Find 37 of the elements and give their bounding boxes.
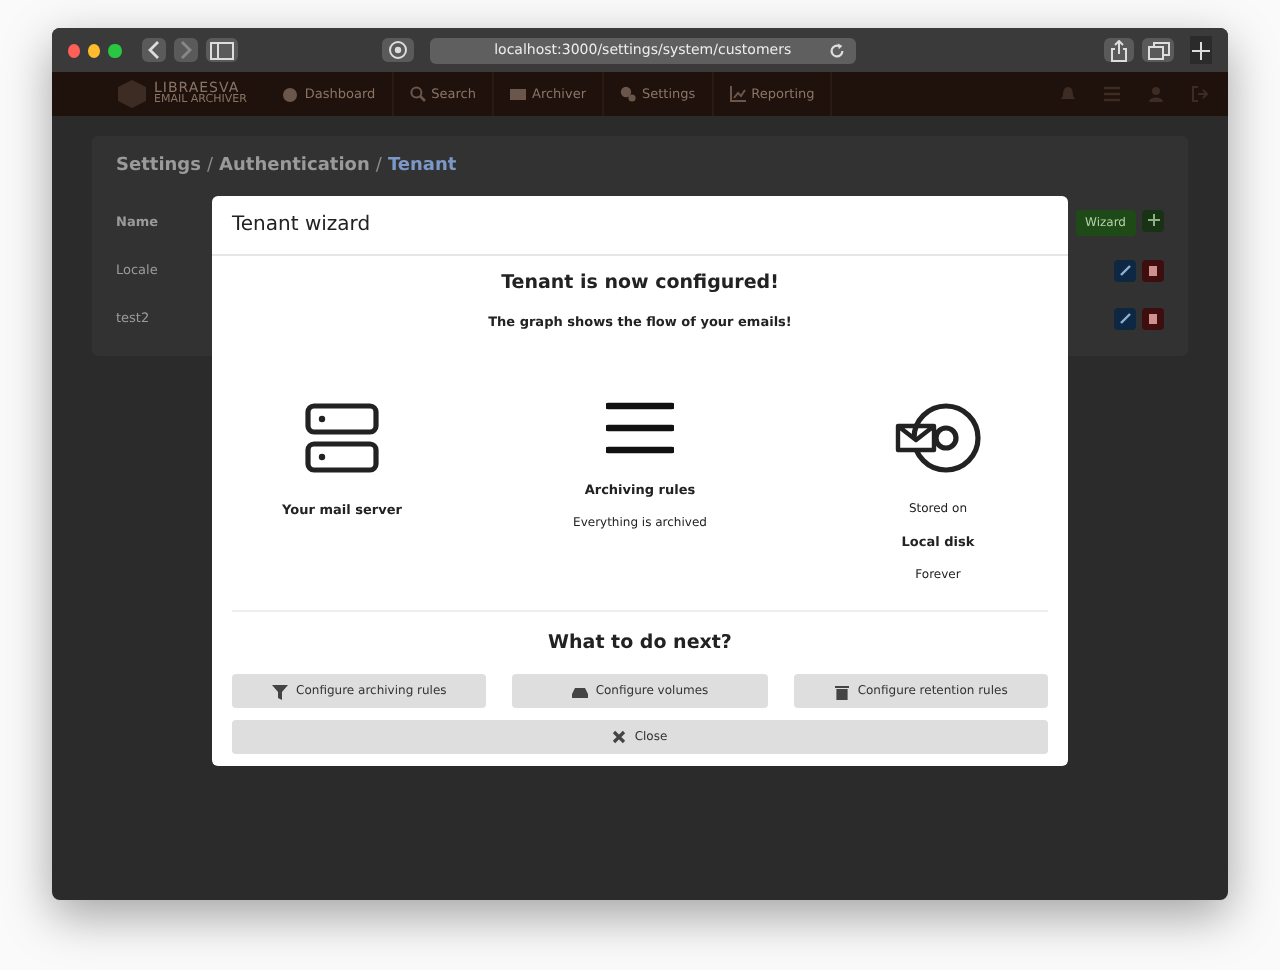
breadcrumb-link[interactable]: Authentication xyxy=(219,156,370,176)
envelope-disc-icon xyxy=(894,402,982,474)
plus-icon xyxy=(1147,214,1159,226)
breadcrumb-separator: / xyxy=(206,156,214,176)
edit-button[interactable] xyxy=(1114,307,1136,329)
trash-icon xyxy=(1148,264,1158,276)
close-dot-icon[interactable] xyxy=(68,43,81,57)
privacy-button[interactable] xyxy=(382,38,415,62)
zoom-dot-icon[interactable] xyxy=(108,43,122,57)
search-icon xyxy=(409,86,426,102)
trash-icon xyxy=(833,683,850,699)
filter-icon xyxy=(272,683,289,699)
delete-button[interactable] xyxy=(1142,307,1164,329)
menu-lines-icon xyxy=(606,402,674,454)
dialog-title: Tenant wizard xyxy=(232,214,371,236)
delete-button[interactable] xyxy=(1142,259,1164,281)
server-icon xyxy=(304,402,380,474)
next-steps-heading: What to do next? xyxy=(548,632,732,654)
trash-icon xyxy=(1148,312,1158,324)
chart-icon xyxy=(729,86,746,102)
sidebar-button[interactable] xyxy=(206,38,239,62)
breadcrumb-link[interactable]: Settings xyxy=(116,156,201,176)
pencil-icon xyxy=(1119,312,1131,324)
share-button[interactable] xyxy=(1103,38,1135,62)
minimize-dot-icon[interactable] xyxy=(88,43,101,57)
drive-icon xyxy=(571,683,588,699)
breadcrumb-link[interactable]: Tenant xyxy=(387,156,457,176)
add-button[interactable] xyxy=(1142,209,1164,231)
new-tab-button[interactable] xyxy=(1190,36,1212,64)
breadcrumb-separator: / xyxy=(375,156,382,176)
back-button[interactable] xyxy=(141,38,166,62)
pencil-icon xyxy=(1119,264,1131,276)
close-icon xyxy=(612,730,627,744)
success-heading: Tenant is now configured! xyxy=(501,272,779,294)
edit-button[interactable] xyxy=(1114,259,1136,281)
reload-icon[interactable] xyxy=(827,41,846,59)
tabs-button[interactable] xyxy=(1142,38,1175,62)
